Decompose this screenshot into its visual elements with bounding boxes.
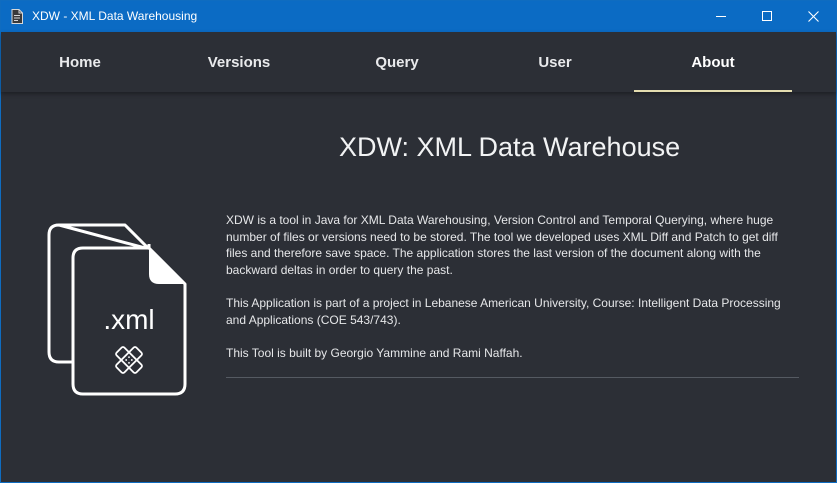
tab-label: Query — [375, 53, 419, 71]
tab-query[interactable]: Query — [318, 32, 476, 92]
xml-label: .xml — [103, 304, 154, 335]
window-title: XDW - XML Data Warehousing — [32, 9, 198, 23]
minimize-button[interactable] — [698, 1, 744, 32]
tab-user[interactable]: User — [476, 32, 634, 92]
tab-versions[interactable]: Versions — [160, 32, 318, 92]
about-paragraph-intro: XDW is a tool in Java for XML Data Wareh… — [226, 213, 778, 277]
title-bar[interactable]: XDW - XML Data Warehousing — [1, 1, 836, 32]
maximize-button[interactable] — [744, 1, 790, 32]
minimize-icon — [715, 16, 726, 17]
xml-files-icon: .xml — [47, 223, 187, 396]
maximize-icon — [761, 11, 772, 21]
about-paragraph-authors: This Tool is built by Georgio Yammine an… — [226, 346, 523, 360]
page-title: XDW: XML Data Warehouse — [339, 132, 681, 162]
document-icon — [11, 9, 23, 24]
tab-about[interactable]: About — [634, 32, 792, 92]
active-tab-indicator — [634, 90, 792, 92]
tab-home[interactable]: Home — [1, 32, 159, 92]
close-icon — [807, 11, 819, 22]
close-button[interactable] — [790, 1, 836, 32]
tab-label: About — [691, 53, 735, 71]
app-window: XDW - XML Data Warehousing Home Versions… — [0, 0, 837, 483]
about-description: XDW is a tool in Java for XML Data Wareh… — [226, 212, 801, 379]
divider — [226, 377, 799, 378]
tab-label: Versions — [207, 53, 271, 71]
about-paragraph-course: This Application is part of a project in… — [226, 296, 781, 327]
tab-label: User — [538, 53, 572, 71]
tab-label: Home — [59, 53, 101, 71]
main-navigation: Home Versions Query User About — [1, 32, 836, 92]
